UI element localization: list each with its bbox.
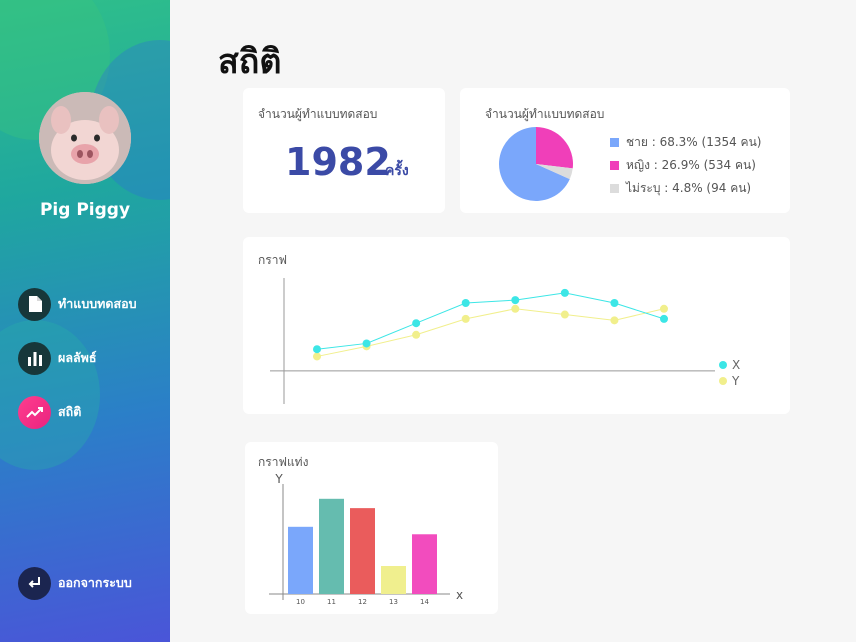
page-title: สถิติ <box>218 42 282 82</box>
legend-label: ชาย : 68.3% (1354 คน) <box>626 135 762 149</box>
legend-swatch <box>610 161 619 170</box>
bar-chart-icon <box>18 341 51 375</box>
bar-chart-card: กราฟแท่ง Yx 10 11 12 13 14 <box>245 442 498 614</box>
sidebar-item-quiz[interactable]: ทำแบบทดสอบ <box>18 287 137 321</box>
data-point-x <box>412 319 421 328</box>
pig-avatar-image <box>39 92 131 184</box>
legend-label-y: Y <box>731 374 740 388</box>
legend-swatch <box>610 138 619 147</box>
tick-label: 11 <box>327 598 336 606</box>
data-point-y <box>511 304 520 313</box>
sidebar-item-label: สถิติ <box>58 404 82 419</box>
logout-icon <box>18 566 51 600</box>
bar-12 <box>350 508 375 594</box>
bar-10 <box>288 526 313 594</box>
logout-button[interactable]: ออกจากระบบ <box>18 566 132 600</box>
data-point-y <box>610 316 619 325</box>
respondent-count-value: 1982 <box>285 140 391 184</box>
card-title: จำนวนผู้ทำแบบทดสอบ <box>258 107 378 121</box>
tick-label: 14 <box>420 598 429 606</box>
document-icon <box>18 287 51 321</box>
gender-pie-card: จำนวนผู้ทำแบบทดสอบ ชาย : 68.3% (1354 คน)… <box>460 88 790 213</box>
data-point-x <box>511 296 520 305</box>
profile-name: Pig Piggy <box>39 200 131 220</box>
sidebar-item-results[interactable]: ผลลัพธ์ <box>18 341 97 375</box>
bar-13 <box>381 566 406 594</box>
y-axis-label: Y <box>274 472 283 486</box>
data-point-x <box>362 339 371 348</box>
trending-up-icon <box>18 395 51 429</box>
sidebar-item-label: ผลลัพธ์ <box>58 350 97 365</box>
sidebar: Pig Piggy ทำแบบทดสอบ ผลลัพธ์ สถิติ ออกจา… <box>0 0 170 642</box>
sidebar-item-statistics[interactable]: สถิติ <box>18 395 81 429</box>
legend-item-male: ชาย : 68.3% (1354 คน) <box>610 133 761 152</box>
bar-chart: Yx 10 11 12 13 14 <box>269 472 463 606</box>
data-point-x <box>461 299 470 307</box>
legend-marker-y <box>719 377 727 385</box>
bar-11 <box>319 498 344 594</box>
data-point-x <box>313 345 321 354</box>
card-title: จำนวนผู้ทำแบบทดสอบ <box>485 107 605 121</box>
data-point-x <box>560 288 569 297</box>
respondent-count-unit: ครั้ง <box>385 163 409 179</box>
legend-item-unspecified: ไม่ระบุ : 4.8% (94 คน) <box>610 179 751 198</box>
legend-item-female: หญิง : 26.9% (534 คน) <box>610 156 756 175</box>
legend-label: หญิง : 26.9% (534 คน) <box>626 158 756 172</box>
bar-14 <box>412 534 437 594</box>
line-chart-card: กราฟ XY <box>243 237 790 414</box>
sidebar-item-label: ทำแบบทดสอบ <box>58 296 137 311</box>
legend-marker-x <box>719 361 727 369</box>
tick-label: 12 <box>358 598 367 606</box>
x-axis-label: x <box>456 588 463 602</box>
data-point-x <box>610 299 619 307</box>
pie-chart <box>499 127 573 201</box>
pie-slice-female <box>536 127 573 169</box>
data-point-y <box>412 330 421 339</box>
data-point-y <box>660 304 668 313</box>
data-point-y <box>461 314 470 323</box>
legend-label-x: X <box>732 358 740 372</box>
data-point-y <box>313 352 321 361</box>
data-point-x <box>660 314 668 323</box>
legend-swatch <box>610 184 619 193</box>
tick-label: 10 <box>296 598 305 606</box>
legend-label: ไม่ระบุ : 4.8% (94 คน) <box>626 181 752 195</box>
tick-label: 13 <box>389 598 398 606</box>
logout-label: ออกจากระบบ <box>58 575 132 590</box>
respondent-count-card: จำนวนผู้ทำแบบทดสอบ 1982 ครั้ง <box>243 88 445 213</box>
avatar <box>39 92 131 184</box>
data-point-y <box>560 310 569 319</box>
line-chart: XY <box>270 278 740 404</box>
